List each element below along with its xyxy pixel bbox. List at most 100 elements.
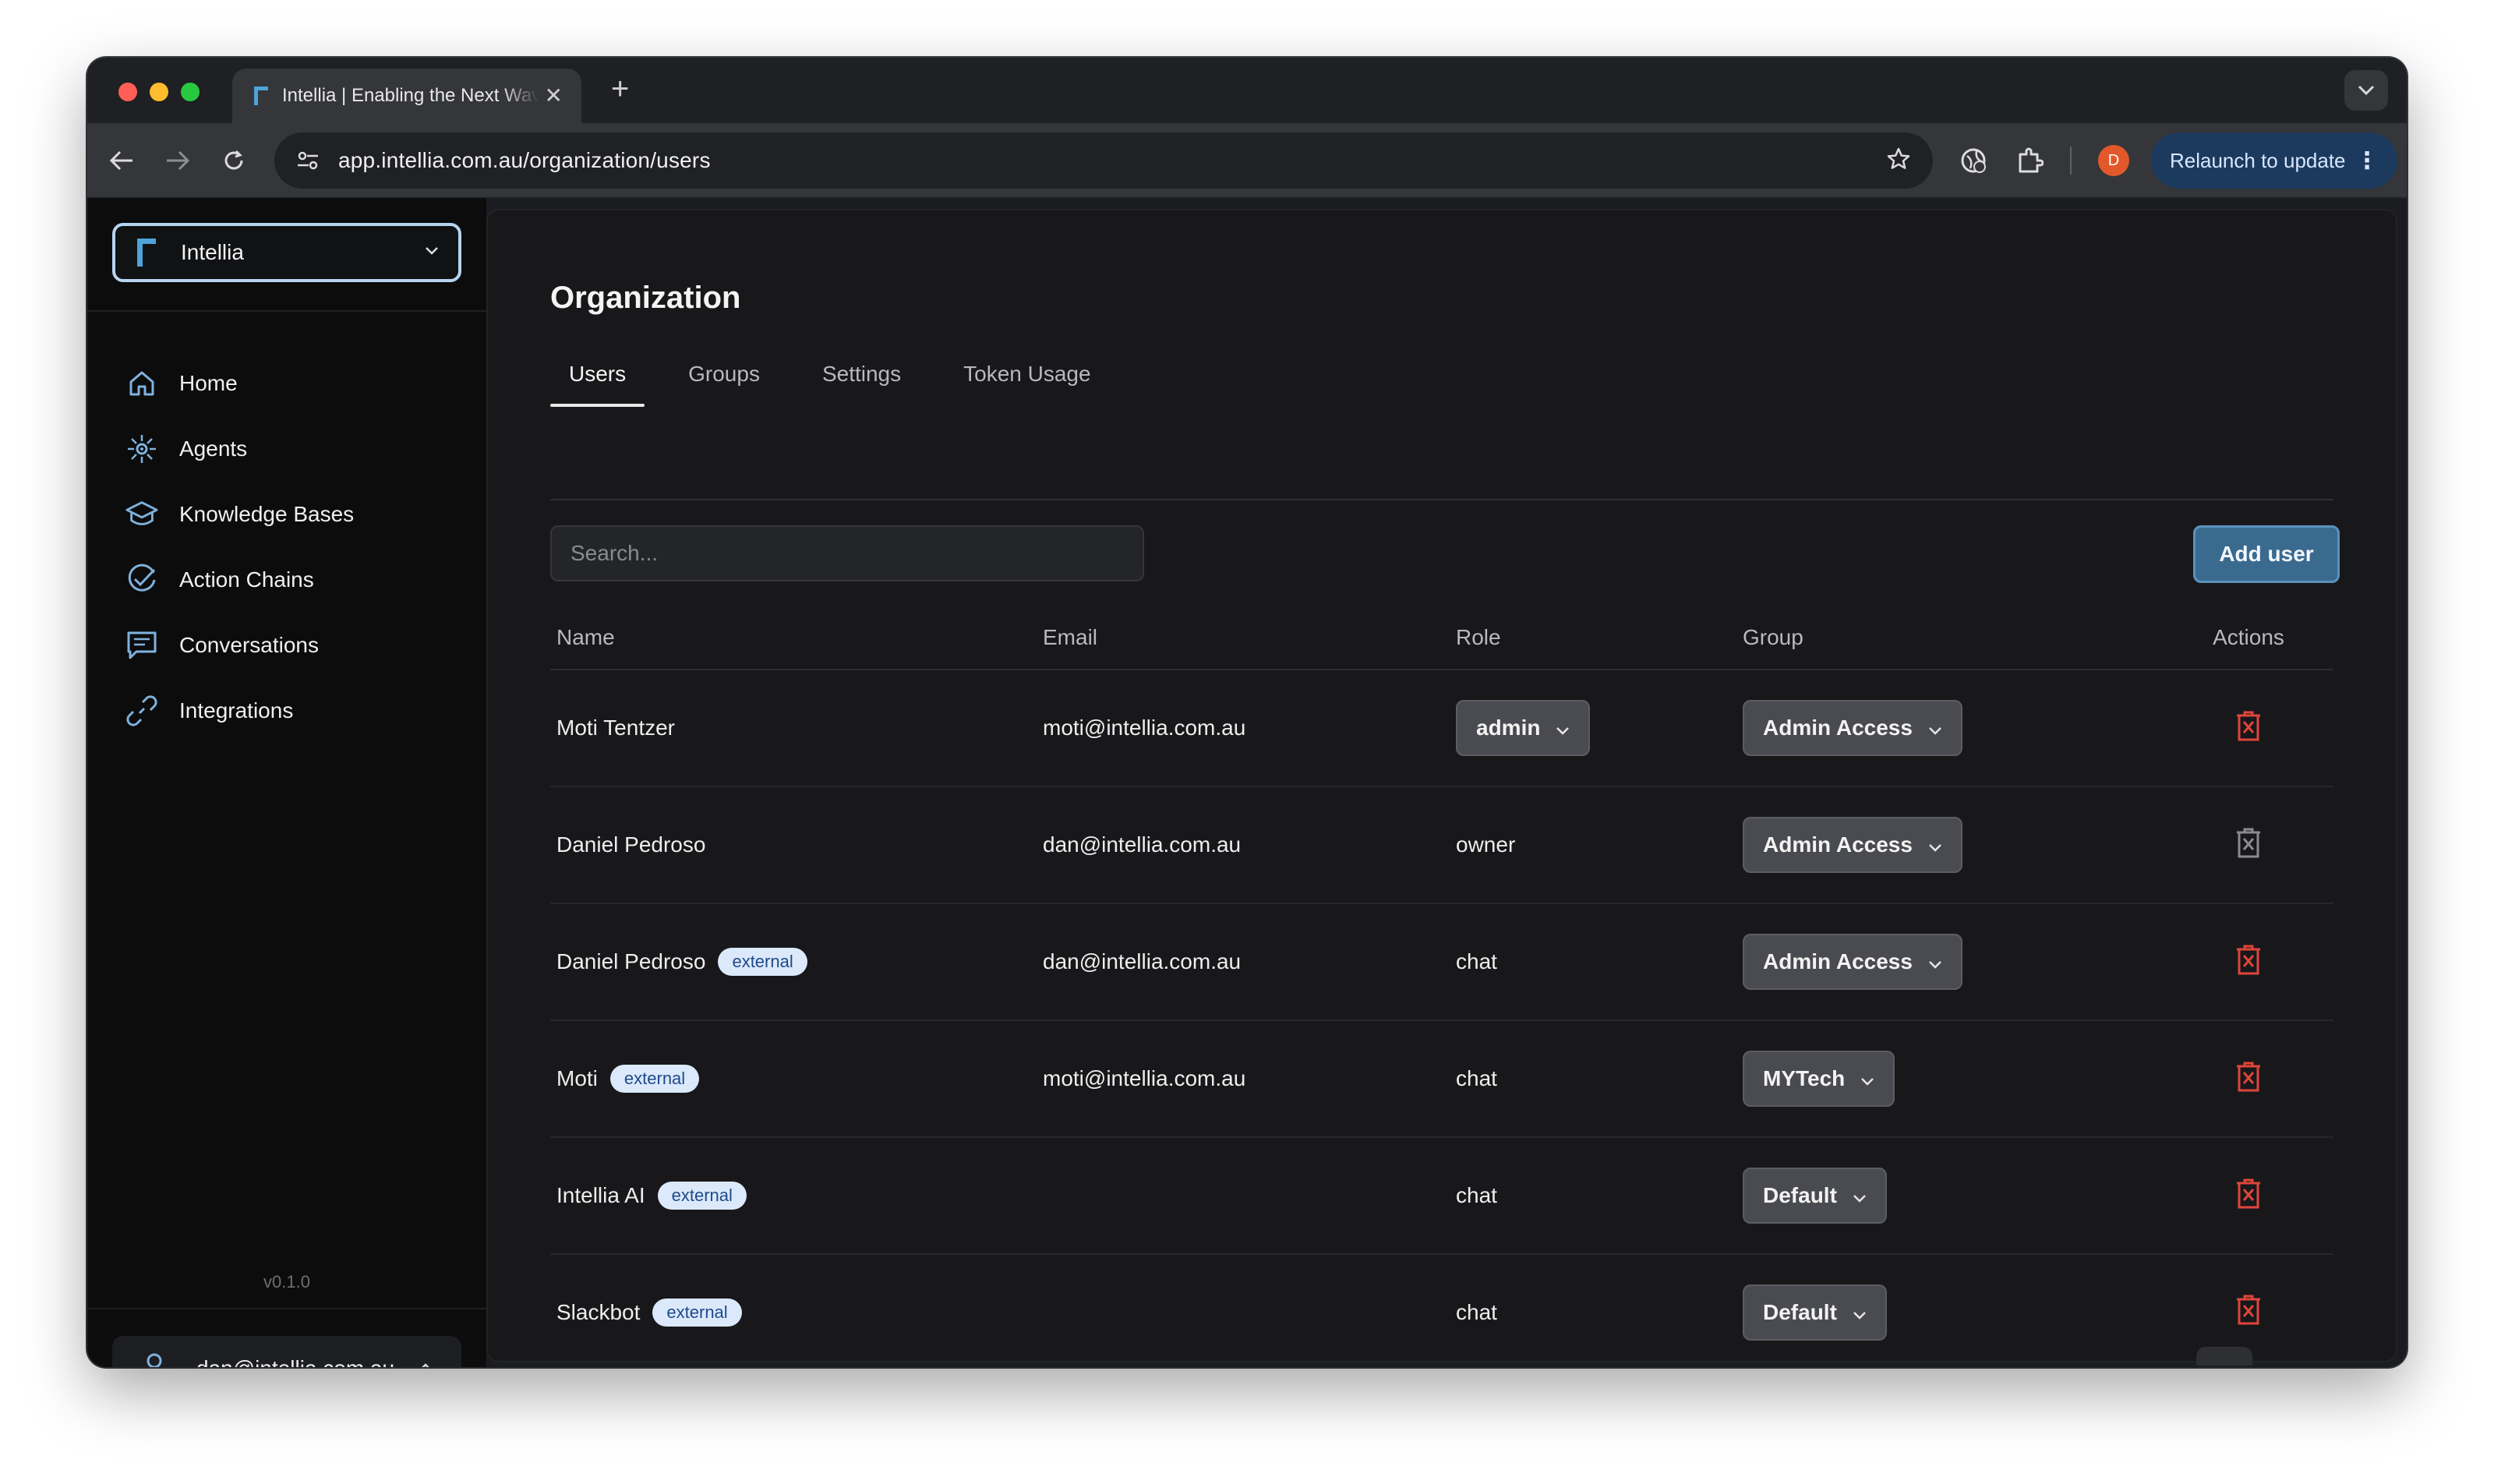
group-dropdown[interactable]: Admin Access (1743, 700, 1962, 756)
new-tab-icon[interactable]: + (611, 73, 629, 104)
actions-cell (2164, 828, 2333, 863)
intellia-logo-icon (134, 238, 156, 267)
scroll-handle[interactable] (2196, 1347, 2252, 1366)
tab-token-usage[interactable]: Token Usage (945, 354, 1109, 407)
forward-button[interactable] (162, 145, 193, 176)
table-header: Name Email Role Group Actions (550, 606, 2333, 670)
intellia-favicon-icon (251, 85, 270, 107)
column-header-name: Name (556, 625, 615, 649)
url-text: app.intellia.com.au/organization/users (338, 148, 711, 172)
chevron-down-icon (1556, 716, 1570, 740)
table-row: Moti Tentzer moti@intellia.com.au admin Adm… (550, 670, 2333, 787)
page-title: Organization (550, 281, 741, 315)
sidebar-item-action-chains[interactable]: Action Chains (125, 547, 452, 613)
group-cell: Default (1743, 1168, 2164, 1224)
table-row: Daniel Pedroso external dan@intellia.com.a… (550, 904, 2333, 1021)
add-user-button[interactable]: Add user (2193, 525, 2340, 583)
group-value: Admin Access (1763, 949, 1913, 973)
address-bar[interactable]: app.intellia.com.au/organization/users (274, 132, 1933, 189)
maximize-window-button[interactable] (181, 83, 200, 101)
actions-cell (2164, 1295, 2333, 1330)
sidebar-item-label: Action Chains (179, 567, 314, 592)
group-dropdown[interactable]: Admin Access (1743, 817, 1962, 873)
chat-icon (125, 628, 159, 662)
chevron-down-icon (424, 246, 440, 260)
group-dropdown[interactable]: Default (1743, 1168, 1887, 1224)
role-cell: chat (1456, 1183, 1743, 1208)
group-cell: Admin Access (1743, 934, 2164, 990)
group-dropdown[interactable]: Admin Access (1743, 934, 1962, 990)
search-input[interactable] (550, 525, 1144, 581)
user-email: dan@intellia.com.au (1043, 949, 1242, 973)
user-menu-button[interactable]: dan@intellia.com.au (112, 1336, 461, 1367)
name-cell: Moti external (550, 1065, 1043, 1093)
group-dropdown[interactable]: MYTech (1743, 1051, 1895, 1107)
extension-globe-icon[interactable] (1958, 145, 1989, 176)
chevron-down-icon (1853, 1183, 1867, 1208)
user-icon (140, 1352, 168, 1367)
sidebar-item-home[interactable]: Home (125, 351, 452, 416)
delete-user-icon (2235, 828, 2262, 863)
column-header-role: Role (1456, 625, 1501, 649)
tab-users[interactable]: Users (550, 354, 645, 407)
close-tab-icon[interactable]: ✕ (545, 85, 563, 107)
organization-selector[interactable]: Intellia (112, 223, 461, 282)
organization-tabs: Users Groups Settings Token Usage (550, 354, 1135, 407)
sidebar-divider (87, 1308, 486, 1309)
relaunch-label: Relaunch to update (2170, 148, 2346, 172)
tab-groups[interactable]: Groups (669, 354, 779, 407)
back-button[interactable] (106, 145, 137, 176)
sidebar-item-conversations[interactable]: Conversations (125, 613, 452, 678)
tab-search-button[interactable] (2344, 70, 2388, 111)
arrow-right-icon (167, 150, 190, 171)
delete-user-icon[interactable] (2235, 1178, 2262, 1214)
delete-user-icon[interactable] (2235, 945, 2262, 980)
role-value: chat (1456, 1299, 1497, 1324)
group-cell: Admin Access (1743, 700, 2164, 756)
user-name: Moti (556, 1066, 598, 1090)
actions-cell (2164, 945, 2333, 980)
sidebar-item-integrations[interactable]: Integrations (125, 678, 452, 744)
role-value: chat (1456, 1183, 1497, 1207)
email-cell: dan@intellia.com.au (1043, 832, 1456, 857)
delete-user-icon[interactable] (2235, 1295, 2262, 1330)
table-row: Moti external moti@intellia.com.au chat MYTe… (550, 1021, 2333, 1138)
group-cell: MYTech (1743, 1051, 2164, 1107)
table-row: Slackbot external chat Default (550, 1255, 2333, 1367)
group-value: Default (1763, 1183, 1837, 1207)
more-menu-icon[interactable]: ⋮ (2355, 147, 2379, 175)
minimize-window-button[interactable] (150, 83, 168, 101)
sidebar-nav: Home Agents Knowledge Bases Action Chain… (125, 351, 452, 744)
tab-settings[interactable]: Settings (804, 354, 920, 407)
bookmark-star-icon[interactable] (1886, 147, 1911, 175)
relaunch-button[interactable]: Relaunch to update ⋮ (2151, 132, 2397, 189)
browser-tab[interactable]: Intellia | Enabling the Next Wave ✕ (232, 69, 581, 123)
main-panel: Organization Users Groups Settings Token… (486, 209, 2397, 1366)
sidebar-item-label: Conversations (179, 633, 319, 657)
role-value: admin (1476, 716, 1541, 740)
name-cell: Moti Tentzer (550, 716, 1043, 740)
profile-avatar[interactable]: D (2098, 145, 2129, 176)
role-value: chat (1456, 1066, 1497, 1090)
browser-tab-title: Intellia | Enabling the Next Wave (282, 85, 539, 106)
agents-icon (125, 432, 159, 466)
column-header-actions: Actions (2213, 625, 2284, 649)
reload-button[interactable] (218, 145, 249, 176)
actions-cell (2164, 1062, 2333, 1097)
group-dropdown[interactable]: Default (1743, 1284, 1887, 1341)
users-table: Name Email Role Group Actions Moti Tentz… (550, 606, 2333, 1367)
delete-user-icon[interactable] (2235, 711, 2262, 746)
role-cell: chat (1456, 1066, 1743, 1091)
delete-user-icon[interactable] (2235, 1062, 2262, 1097)
email-cell: moti@intellia.com.au (1043, 1066, 1456, 1091)
tab-strip: Intellia | Enabling the Next Wave ✕ + (87, 58, 2407, 123)
browser-toolbar: app.intellia.com.au/organization/users D… (87, 123, 2407, 198)
close-window-button[interactable] (118, 83, 137, 101)
sidebar-item-knowledge-bases[interactable]: Knowledge Bases (125, 482, 452, 547)
group-value: Admin Access (1763, 832, 1913, 857)
role-dropdown[interactable]: admin (1456, 700, 1591, 756)
chevron-down-icon (1928, 716, 1942, 740)
chevron-down-icon (2358, 85, 2375, 96)
sidebar-item-agents[interactable]: Agents (125, 416, 452, 482)
extensions-puzzle-icon[interactable] (2014, 145, 2045, 176)
